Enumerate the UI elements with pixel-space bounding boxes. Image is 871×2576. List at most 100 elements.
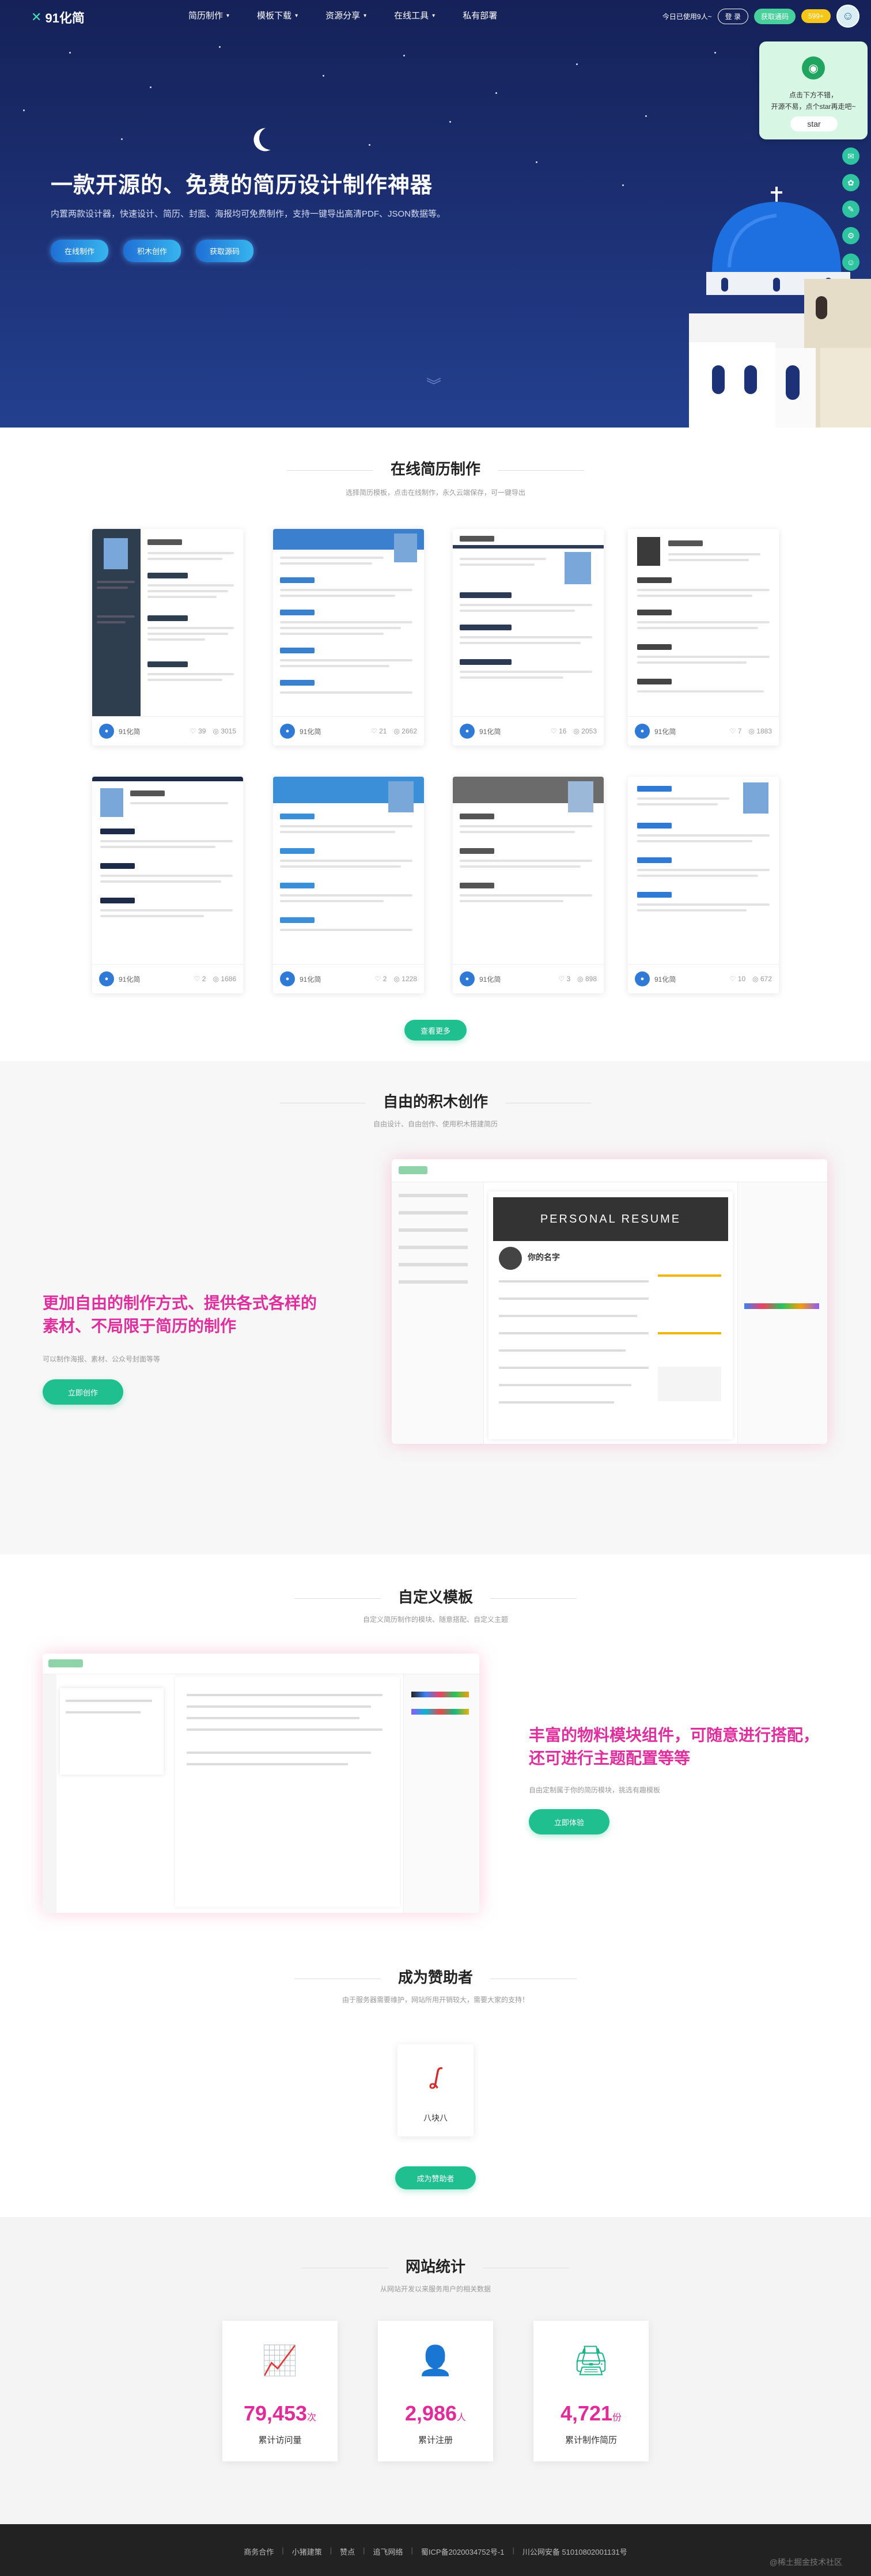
nav-right: 今日已使用9人~ 登 录 获取通码 599+ ☺ (662, 5, 859, 28)
menu-templates[interactable]: 模板下载 ▾ (243, 0, 312, 32)
heart-icon[interactable]: ♡ (558, 975, 565, 983)
heart-icon[interactable]: ♡ (730, 727, 736, 735)
hero-buttons: 在线制作 积木创作 获取源码 (51, 240, 254, 262)
template-card[interactable]: ● 91化简 ♡ 10 ◎ 672 (628, 777, 779, 993)
github-icon: ◉ (802, 56, 825, 80)
heart-icon[interactable]: ♡ (190, 727, 196, 735)
stat-card-visits: 📈 79,453次 累计访问量 (222, 2321, 338, 2461)
template-card[interactable]: ● 91化简 ♡ 39 ◎ 3015 (92, 529, 243, 746)
chevron-down-icon: ▾ (226, 13, 230, 19)
block-create-section: 自由的积木创作 自由设计、自由创作、使用积木搭建简历 更加自由的制作方式、提供各… (0, 1061, 871, 1554)
user-avatar-icon: ☺ (842, 9, 854, 22)
template-card[interactable]: ● 91化简 ♡ 7 ◎ 1883 (628, 529, 779, 746)
author-avatar: ● (460, 971, 475, 986)
author-avatar: ● (99, 724, 114, 739)
section-subtitle: 自由设计、自由创作、使用积木搭建简历 (373, 1120, 498, 1128)
template-preview (628, 529, 779, 717)
scroll-down-icon[interactable]: ︾ (426, 378, 441, 393)
police-link[interactable]: 川公网安备 51010802001131号 (522, 2546, 627, 2557)
menu-resume[interactable]: 简历制作 ▾ (175, 0, 243, 32)
coin-badge[interactable]: 599+ (801, 9, 831, 23)
icp-link[interactable]: 蜀ICP备2020034752号-1 (421, 2546, 505, 2557)
template-preview (92, 777, 243, 964)
settings-icon[interactable]: ⚙ (842, 227, 859, 244)
view-more-button[interactable]: 查看更多 (404, 1020, 467, 1041)
custom-template-section: 自定义模板 自定义简历制作的模块、随意搭配、自定义主题 丰富的物料模块组件，可随… (0, 1554, 871, 1935)
template-card[interactable]: ● 91化简 ♡ 2 ◎ 1686 (92, 777, 243, 993)
github-star-card: ◉ 点击下方不错， 开源不易，点个star再走吧~ star (759, 41, 868, 139)
template-preview (92, 529, 243, 717)
sponsor-card[interactable]: ʆ 八块八 (397, 2044, 474, 2136)
template-card[interactable]: ● 91化简 ♡ 21 ◎ 2662 (273, 529, 424, 746)
start-create-button[interactable]: 立即创作 (43, 1379, 123, 1405)
template-card[interactable]: ● 91化简 ♡ 16 ◎ 2053 (453, 529, 604, 746)
menu-deploy[interactable]: 私有部署 (449, 0, 511, 32)
stats-section: 网站统计 从网站开发以来服务用户的相关数据 📈 79,453次 累计访问量 👤 … (0, 2217, 871, 2524)
section-title: 网站统计 (405, 2258, 465, 2275)
login-button[interactable]: 登 录 (717, 8, 748, 24)
section-title: 自定义模板 (397, 1588, 473, 1606)
heart-icon[interactable]: ♡ (194, 975, 200, 983)
sponsor-logo-icon: ʆ (431, 2063, 440, 2089)
feature-desc: 自由定制属于你的简历模块，挑选有趣模板 (529, 1786, 661, 1794)
chevron-down-icon: ▾ (432, 13, 436, 19)
feature-heading: 丰富的物料模块组件，可随意进行搭配， 还可进行主题配置等等 (529, 1726, 820, 1767)
hero-subtitle: 内置两款设计器，快速设计、简历、封面、海报均可免费制作，支持一键导出高清PDF、… (51, 209, 446, 219)
wechat-icon[interactable]: ✉ (842, 147, 859, 165)
vip-button[interactable]: 获取通码 (753, 8, 796, 24)
heart-icon[interactable]: ♡ (730, 975, 736, 983)
online-make-button[interactable]: 在线制作 (51, 240, 109, 262)
try-now-button[interactable]: 立即体验 (529, 1809, 609, 1834)
qq-icon[interactable]: ✿ (842, 174, 859, 191)
template-card[interactable]: ● 91化简 ♡ 3 ◎ 898 (453, 777, 604, 993)
user-avatar[interactable]: ☺ (836, 5, 859, 28)
eye-icon: ◎ (393, 727, 400, 735)
template-preview (453, 529, 604, 717)
section-subtitle: 自定义简历制作的模块、随意搭配、自定义主题 (362, 1616, 508, 1624)
template-preview (628, 777, 779, 964)
chevron-down-icon: ▾ (295, 13, 298, 19)
menu-tools[interactable]: 在线工具 ▾ (380, 0, 449, 32)
logo-icon: ✕ (31, 10, 42, 24)
author-avatar: ● (635, 724, 650, 739)
template-editor-mock (43, 1654, 479, 1913)
mock-name: 你的名字 (528, 1253, 560, 1262)
user-icon: 👤 (417, 2344, 454, 2377)
printer-icon: 🖨 (573, 2344, 609, 2377)
heart-icon[interactable]: ♡ (371, 727, 377, 735)
eye-icon: ◎ (213, 727, 219, 735)
footer-link[interactable]: 赞点 (340, 2546, 355, 2557)
template-preview (273, 777, 424, 964)
stat-card-resumes: 🖨 4,721份 累计制作简历 (533, 2321, 649, 2461)
moon-icon (257, 125, 284, 152)
online-count: 今日已使用9人~ (662, 12, 712, 21)
heart-icon[interactable]: ♡ (375, 975, 381, 983)
become-sponsor-button[interactable]: 成为赞助者 (395, 2166, 476, 2189)
footer-link[interactable]: 小猪建策 (292, 2546, 322, 2557)
footer-link[interactable]: 商务合作 (244, 2546, 274, 2557)
feedback-icon[interactable]: ✎ (842, 201, 859, 218)
author-avatar: ● (280, 724, 295, 739)
top-nav: ✕ 91化简 简历制作 ▾ 模板下载 ▾ 资源分享 ▾ 在线工具 ▾ 私有部署 今日已使用… (0, 0, 871, 32)
heart-icon[interactable]: ♡ (551, 727, 557, 735)
author-avatar: ● (460, 724, 475, 739)
eye-icon: ◎ (752, 975, 759, 983)
star-button[interactable]: star (790, 116, 838, 131)
block-create-button[interactable]: 积木创作 (123, 240, 181, 262)
footer-link[interactable]: 追飞网络 (373, 2546, 403, 2557)
get-source-button[interactable]: 获取源码 (196, 240, 254, 262)
mock-banner: PERSONAL RESUME (493, 1197, 728, 1241)
footer-links: 商务合作 | 小猪建策 | 赞点 | 追飞网络 | 蜀ICP备2020034752号-1… (244, 2546, 627, 2557)
section-title: 自由的积木创作 (383, 1093, 488, 1110)
main-menu: 简历制作 ▾ 模板下载 ▾ 资源分享 ▾ 在线工具 ▾ 私有部署 (175, 0, 511, 32)
section-subtitle: 由于服务器需要维护，网站所用开销较大，需要大家的支持！ (342, 1996, 529, 2004)
watermark: @稀土掘金技术社区 (769, 2558, 842, 2567)
author-avatar: ● (635, 971, 650, 986)
user-icon[interactable]: ☺ (842, 254, 859, 271)
site-footer: 商务合作 | 小猪建策 | 赞点 | 追飞网络 | 蜀ICP备2020034752号-1… (0, 2524, 871, 2576)
template-card[interactable]: ● 91化简 ♡ 2 ◎ 1228 (273, 777, 424, 993)
menu-resources[interactable]: 资源分享 ▾ (312, 0, 380, 32)
section-subtitle: 从网站开发以来服务用户的相关数据 (380, 2285, 491, 2293)
author-avatar: ● (280, 971, 295, 986)
site-logo[interactable]: ✕ 91化简 (31, 8, 85, 27)
